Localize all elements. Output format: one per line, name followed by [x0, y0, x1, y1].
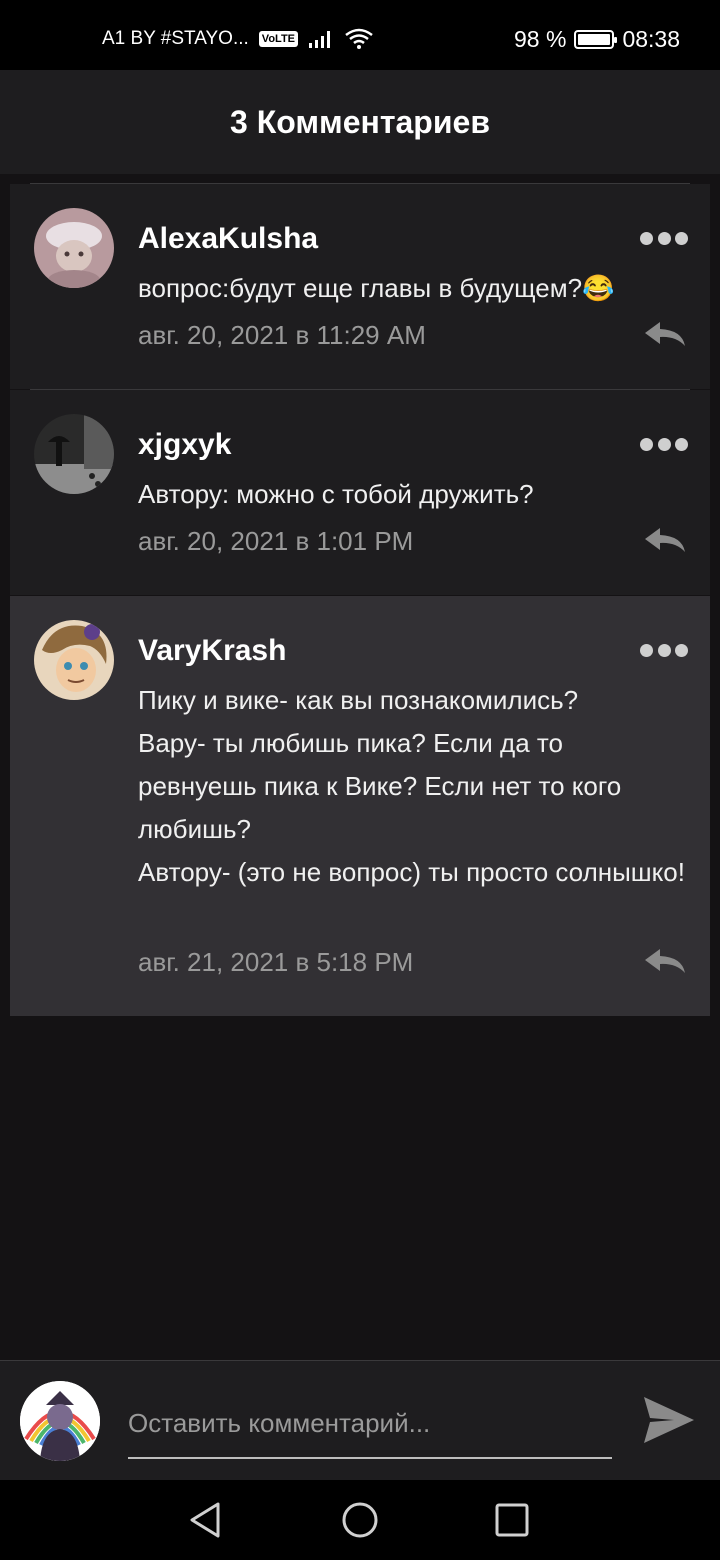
battery-icon — [574, 30, 618, 49]
system-nav-bar — [0, 1480, 720, 1560]
home-icon[interactable] — [340, 1500, 380, 1540]
avatar[interactable] — [34, 208, 114, 288]
status-bar: A1 BY #STAYO... VoLTE 98 % 08:38 — [0, 0, 720, 70]
status-left: A1 BY #STAYO... VoLTE — [102, 28, 374, 50]
status-right: 98 % 08:38 — [514, 26, 680, 53]
wifi-icon — [345, 28, 373, 49]
avatar[interactable] — [34, 414, 114, 494]
back-icon[interactable] — [186, 1500, 226, 1540]
more-options-icon[interactable] — [640, 436, 688, 452]
carrier-name: A1 BY #STAYO... — [102, 28, 249, 49]
signal-icon — [309, 31, 330, 48]
reply-icon[interactable] — [642, 946, 688, 976]
battery-fill — [578, 34, 611, 45]
comment-username[interactable]: xjgxyk — [138, 428, 231, 462]
avatar[interactable] — [34, 620, 114, 700]
clock: 08:38 — [622, 26, 680, 52]
more-options-icon[interactable] — [640, 642, 688, 658]
comment-item-highlighted: VaryKrash Пику и вике- как вы познакомил… — [10, 596, 710, 1016]
comment-date: авг. 20, 2021 в 11:29 AM — [138, 320, 426, 350]
comment-username[interactable]: VaryKrash — [138, 634, 286, 668]
comment-text: Пику и вике- как вы познакомились? Вару-… — [138, 685, 685, 887]
reply-icon[interactable] — [642, 525, 688, 555]
reply-icon[interactable] — [642, 319, 688, 349]
comment-input[interactable] — [128, 1399, 612, 1459]
comment-date: авг. 21, 2021 в 5:18 PM — [138, 947, 414, 977]
comment-date: авг. 20, 2021 в 1:01 PM — [138, 526, 414, 556]
comment-text: Автору: можно с тобой дружить? — [138, 479, 534, 509]
comment-item: xjgxyk Автору: можно с тобой дружить? ав… — [10, 390, 710, 595]
current-user-avatar[interactable] — [20, 1381, 100, 1461]
battery-percent: 98 % — [514, 26, 567, 52]
comments-header: 3 Комментариев — [0, 70, 720, 174]
page-title: 3 Комментариев — [230, 103, 490, 140]
comment-username[interactable]: AlexaKulsha — [138, 222, 318, 256]
comment-text: вопрос:будут еще главы в будущем?😂 — [138, 273, 615, 303]
more-options-icon[interactable] — [640, 230, 688, 246]
comment-item: AlexaKulsha вопрос:будут еще главы в буд… — [10, 184, 710, 389]
send-icon[interactable] — [640, 1391, 698, 1449]
volte-badge: VoLTE — [258, 31, 298, 47]
recents-icon[interactable] — [492, 1500, 532, 1540]
comment-composer — [0, 1360, 720, 1480]
